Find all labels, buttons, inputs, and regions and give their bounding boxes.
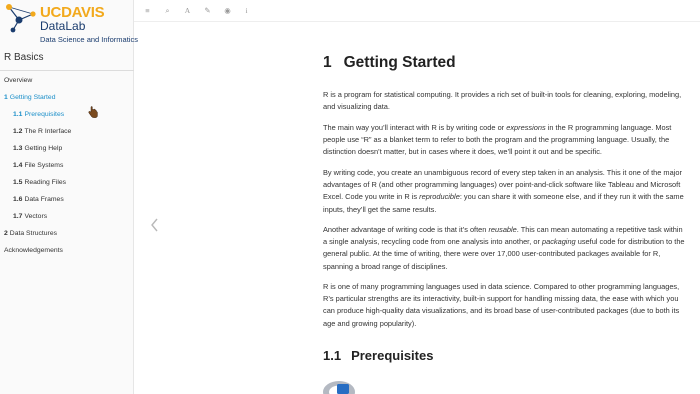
paragraph-strengths: R is one of many programming languages u… [323,281,685,330]
paragraph-text: R is one of many programming languages u… [323,282,680,328]
logo-subtitle: Data Science and Informatics [40,35,138,44]
toc-item-file-systems[interactable]: 1.4 File Systems [0,157,134,174]
toc-item-label: Reading Files [24,179,67,186]
section-heading-prerequisites: 1.1 Prerequisites [323,348,433,363]
toc-item-label: File Systems [24,162,64,169]
toc-item-getting-help[interactable]: 1.3 Getting Help [0,140,134,157]
section-title: Prerequisites [351,348,434,363]
toc-item-number: 2 [4,230,8,237]
section-number: 1.1 [323,348,342,363]
toc-item-data-frames[interactable]: 1.6 Data Frames [0,191,134,208]
emphasized-term: expressions [506,123,546,132]
toc-item-label: Data Frames [24,196,64,203]
paragraph-intro: R is a program for statistical computing… [323,89,685,113]
toc-item-number: 1.1 [13,111,23,118]
toc-item-vectors[interactable]: 1.7 Vectors [0,208,134,225]
hand-cursor-icon [88,106,98,118]
toc-item-prerequisites[interactable]: 1.1 Prerequisites [0,106,134,123]
toc-item-label: Vectors [24,213,48,220]
table-of-contents: Overview 1 Getting Started 1.1 Prerequisites… [0,72,134,259]
toc-item-data-structures[interactable]: 2 Data Structures [0,225,134,242]
toc-item-number: 1.6 [13,196,23,203]
emphasized-term: reusable [488,225,517,234]
paragraph-text: R is a program for statistical computing… [323,90,682,112]
toc-item-label: Prerequisites [24,111,65,118]
book-title[interactable]: R Basics [4,52,43,63]
sidebar: UCDAVIS DataLab Data Science and Informa… [0,0,138,394]
toc-item-label: Getting Help [24,145,63,152]
chapter-number: 1 [323,54,332,71]
info-icon[interactable]: i [242,6,251,15]
toc-item-label: Getting Started [9,94,56,101]
font-icon[interactable]: A [183,6,192,15]
chapter-title: Getting Started [343,54,456,71]
paragraph-text: The main way you’ll interact with R is b… [323,123,507,132]
sidebar-divider [0,70,134,71]
toc-item-number: 1.4 [13,162,23,169]
toc-item-number: 1.5 [13,179,23,186]
search-icon[interactable]: ⌕ [163,6,172,15]
logo-datalab: DataLab [40,19,86,33]
toc-item-reading-files[interactable]: 1.5 Reading Files [0,174,134,191]
emphasized-term: reproducible [419,192,460,202]
paragraph-reusable: Another advantage of writing code is tha… [323,224,685,273]
network-graph-icon [6,4,36,33]
toc-item-the-r-interface[interactable]: 1.2 The R Interface [0,123,134,140]
toc-item-number: 1.7 [13,213,23,220]
page-title: 1 Getting Started [323,54,456,72]
toc-item-number: 1.3 [13,145,23,152]
emphasized-term: packaging [541,237,576,247]
previous-page-arrow-icon[interactable] [148,216,160,234]
toc-item-number: 1 [4,94,8,101]
logo-wordmark: UCDAVIS [40,5,105,20]
edit-icon[interactable]: ✎ [203,6,212,15]
toc-item-overview[interactable]: Overview [0,72,134,89]
toc-item-label: Data Structures [9,230,58,237]
paragraph-text: Another advantage of writing code is tha… [323,225,489,234]
paragraph-reproducible: By writing code, you create an unambiguo… [323,167,685,216]
eye-icon[interactable]: ◉ [223,6,232,15]
toolbar: ≡ ⌕ A ✎ ◉ i [134,0,700,22]
menu-icon[interactable]: ≡ [143,6,152,15]
toc-item-label: The R Interface [24,128,72,135]
toc-item-label: Overview [4,77,33,84]
toc-item-label: Acknowledgements [4,247,63,254]
paragraph-code: The main way you’ll interact with R is b… [323,122,685,159]
ucdavis-datalab-logo[interactable]: UCDAVIS DataLab Data Science and Informa… [3,3,138,45]
toc-item-getting-started[interactable]: 1 Getting Started [0,89,134,106]
r-logo-icon [323,381,355,394]
toc-item-acknowledgements[interactable]: Acknowledgements [0,242,134,259]
toc-item-number: 1.2 [13,128,23,135]
